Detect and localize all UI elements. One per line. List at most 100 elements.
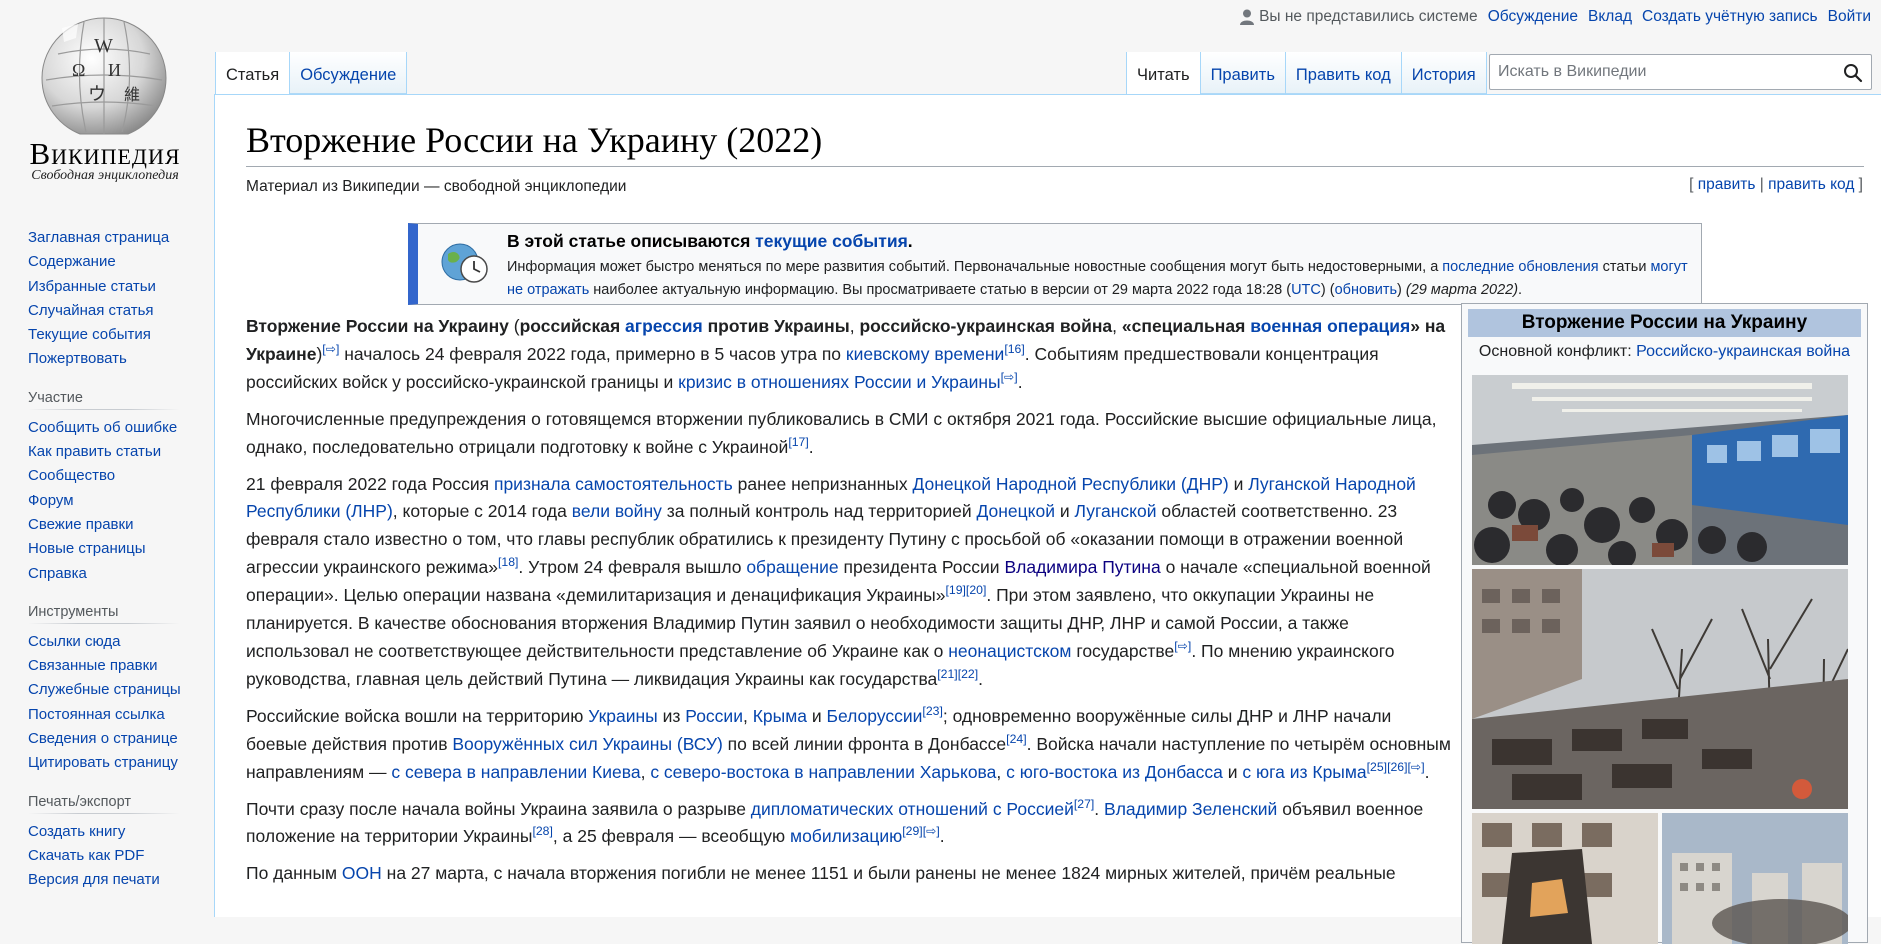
article-link[interactable]: ООН <box>342 863 382 883</box>
reference-link[interactable]: [28] <box>532 825 552 839</box>
article-link[interactable]: с юго-востока из Донбасса <box>1006 762 1223 782</box>
article-link[interactable]: киевскому времени <box>846 344 1004 364</box>
sidebar-item-featured[interactable]: Избранные статьи <box>28 278 156 295</box>
sidebar-item-random[interactable]: Случайная статья <box>28 302 154 319</box>
sidebar-item-permanent-link[interactable]: Постоянная ссылка <box>28 706 165 723</box>
refresh-link[interactable]: обновить <box>1335 282 1397 298</box>
sidebar-item-current-events[interactable]: Текущие события <box>28 326 151 343</box>
infobox-photo-damaged-building[interactable] <box>1472 813 1658 944</box>
text-run: , <box>1112 316 1122 336</box>
search-icon[interactable] <box>1843 63 1863 83</box>
sidebar-item-new-pages[interactable]: Новые страницы <box>28 540 146 557</box>
tab-edit-source[interactable]: Править код <box>1285 52 1402 94</box>
tab-history[interactable]: История <box>1401 52 1487 94</box>
sidebar-item-report-error[interactable]: Сообщить об ошибке <box>28 419 177 436</box>
tab-edit[interactable]: Править <box>1200 52 1286 94</box>
edit-code-link[interactable]: править код <box>1768 176 1854 193</box>
article-link[interactable]: с северо-востока в направлении Харькова <box>650 762 996 782</box>
current-events-link[interactable]: текущие события <box>755 231 908 251</box>
sidebar-item-page-info[interactable]: Сведения о странице <box>28 730 178 747</box>
sidebar-item-forum[interactable]: Форум <box>28 492 74 509</box>
article-link[interactable]: Вооружённых сил Украины (ВСУ) <box>452 734 722 754</box>
article-link[interactable]: признала самостоятельность <box>494 474 733 494</box>
reference-link[interactable]: [24] <box>1006 732 1026 746</box>
reference-link[interactable]: [⇨] <box>322 342 339 356</box>
reference-superscript: [25][26][⇨] <box>1367 760 1425 774</box>
tab-edit-label: Править <box>1210 66 1275 84</box>
article-link[interactable]: Украины <box>588 706 657 726</box>
article-link[interactable]: Донецкой <box>976 501 1055 521</box>
notice-text-6: . <box>1518 282 1523 298</box>
article-link[interactable]: кризис в отношениях России и Украины <box>678 372 1000 392</box>
article-link[interactable]: Луганской <box>1075 501 1157 521</box>
login-link[interactable]: Войти <box>1828 8 1871 26</box>
sidebar-item-what-links-here[interactable]: Ссылки сюда <box>28 633 121 650</box>
sidebar-item-create-book[interactable]: Создать книгу <box>28 823 125 840</box>
sidebar-item-contents[interactable]: Содержание <box>28 253 116 270</box>
tab-read[interactable]: Читать <box>1126 52 1201 94</box>
text-run: . <box>808 436 814 457</box>
tab-talk[interactable]: Обсуждение <box>290 52 408 94</box>
article-link[interactable]: агрессия <box>625 316 703 336</box>
article-link[interactable]: Крыма <box>753 706 807 726</box>
article-link[interactable]: Донецкой Народной Республики (ДНР) <box>912 474 1228 494</box>
infobox-main-conflict: Основной конфликт: Российско-украинская … <box>1468 343 1861 361</box>
sidebar-item-how-to-edit[interactable]: Как править статьи <box>28 443 161 460</box>
notice-text: Информация может быстро меняться по мере… <box>507 256 1702 302</box>
text-run: Российские войска вошли на территорию <box>246 705 589 726</box>
edit-bracket-close: ] <box>1854 176 1863 193</box>
article-link[interactable]: мобилизацию <box>790 826 902 846</box>
utc-link[interactable]: UTC <box>1291 282 1321 298</box>
sidebar-item-recent-changes[interactable]: Свежие правки <box>28 516 133 533</box>
wikipedia-globe-icon: W Ω И ウ 維 <box>41 17 167 135</box>
personal-contributions-link[interactable]: Вклад <box>1588 8 1632 26</box>
infobox-photo-destroyed-column[interactable] <box>1472 569 1848 809</box>
article-link[interactable]: с севера в направлении Киева <box>391 762 640 782</box>
sidebar-item-help[interactable]: Справка <box>28 565 87 582</box>
infobox-photo-city-smoke[interactable] <box>1662 813 1848 944</box>
sidebar-item-printable[interactable]: Версия для печати <box>28 871 160 888</box>
article-link[interactable]: Владимира Путина <box>1004 557 1160 577</box>
article-link[interactable]: вели войну <box>572 501 662 521</box>
sidebar-item-related-changes[interactable]: Связанные правки <box>28 657 158 674</box>
sidebar-item-community[interactable]: Сообщество <box>28 467 115 484</box>
reference-link[interactable]: [29][⇨] <box>902 825 940 839</box>
wikipedia-logo[interactable]: W Ω И ウ 維 Википедия Свободная энциклопед… <box>0 0 210 200</box>
article-link[interactable]: дипломатических отношений с Россией <box>751 799 1074 819</box>
article-link[interactable]: с юга из Крыма <box>1242 762 1366 782</box>
search-input[interactable] <box>1490 55 1820 89</box>
article-link[interactable]: военная операция <box>1250 316 1410 336</box>
reference-link[interactable]: [18] <box>498 555 518 569</box>
personal-talk-link[interactable]: Обсуждение <box>1488 8 1578 26</box>
recent-updates-link[interactable]: последние обновления <box>1442 259 1598 275</box>
tab-edit-source-label: Править код <box>1295 66 1391 84</box>
reference-link[interactable]: [21][22] <box>937 667 978 681</box>
sidebar-item-main-page[interactable]: Заглавная страница <box>28 229 169 246</box>
reference-link[interactable]: [16] <box>1004 342 1024 356</box>
sidebar-item-cite-page[interactable]: Цитировать страницу <box>28 754 178 771</box>
svg-text:Ω: Ω <box>72 60 85 80</box>
reference-link[interactable]: [25][26][⇨] <box>1367 760 1425 774</box>
article-link[interactable]: Белоруссии <box>827 706 923 726</box>
create-account-link[interactable]: Создать учётную запись <box>1642 8 1818 26</box>
reference-link[interactable]: [⇨] <box>1174 639 1191 653</box>
article-link[interactable]: Владимир Зеленский <box>1104 799 1277 819</box>
tab-history-label: История <box>1411 66 1476 84</box>
sidebar-item-donate[interactable]: Пожертвовать <box>28 350 127 367</box>
reference-link[interactable]: [17] <box>788 435 808 449</box>
sidebar-item-download-pdf[interactable]: Скачать как PDF <box>28 847 144 864</box>
reference-superscript: [21][22] <box>937 667 978 681</box>
edit-link[interactable]: править <box>1698 176 1756 193</box>
reference-link[interactable]: [⇨] <box>1001 370 1018 384</box>
reference-link[interactable]: [23] <box>922 704 942 718</box>
article-link[interactable]: обращение <box>746 557 838 577</box>
article-link[interactable]: неонацистском <box>948 641 1071 661</box>
sidebar-item-special-pages[interactable]: Служебные страницы <box>28 681 181 698</box>
main-conflict-link[interactable]: Российско-украинская война <box>1636 343 1850 360</box>
infobox-photo-metro-shelter[interactable] <box>1472 375 1848 565</box>
reference-link[interactable]: [19][20] <box>946 583 987 597</box>
notice-text-1: Информация может быстро меняться по мере… <box>507 259 1443 275</box>
article-link[interactable]: России <box>685 706 743 726</box>
tab-article[interactable]: Статья <box>215 52 291 94</box>
reference-link[interactable]: [27] <box>1074 797 1094 811</box>
